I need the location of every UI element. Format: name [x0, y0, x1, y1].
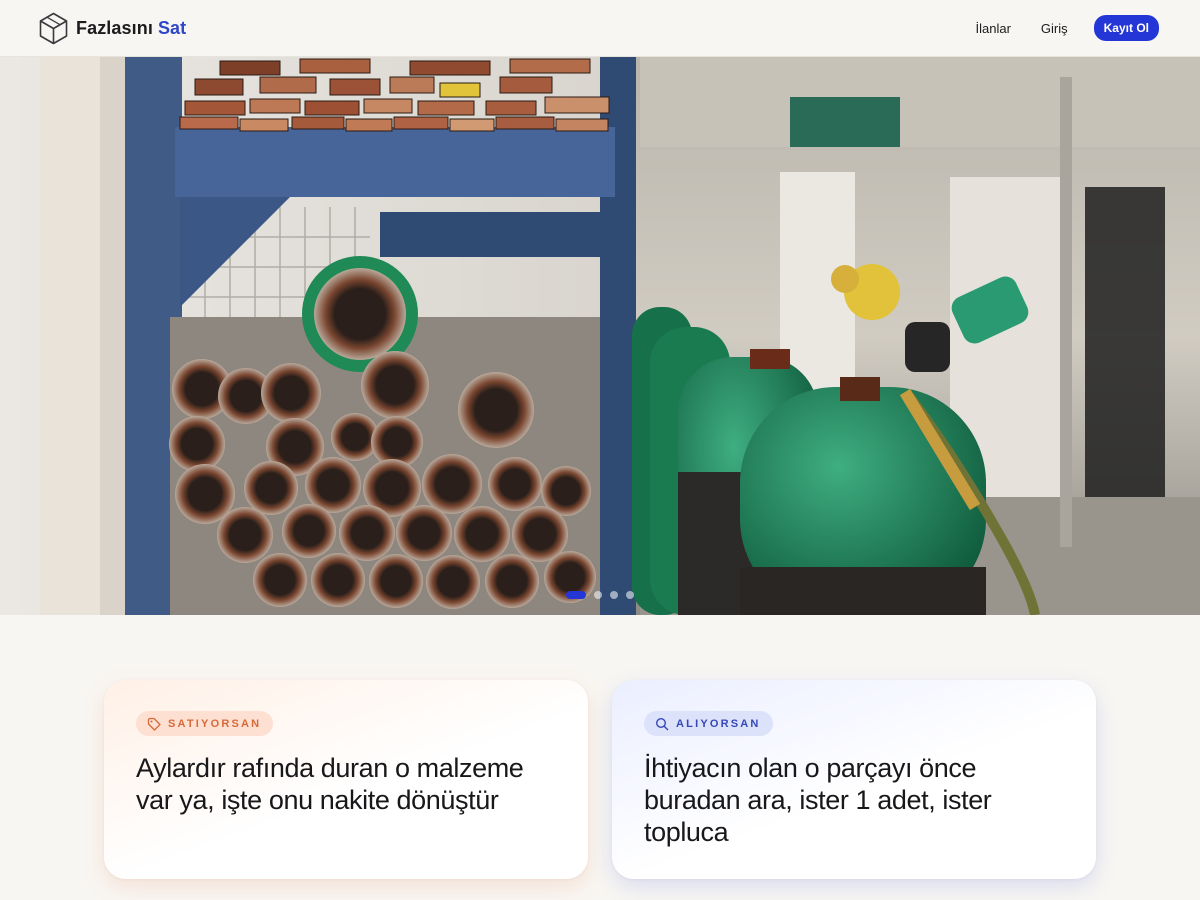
brand-name: Fazlasını Sat	[76, 18, 186, 39]
main-nav: İlanlar Giriş Kayıt Ol	[965, 15, 1159, 42]
hero-image	[0, 57, 1200, 615]
nav-listings-link[interactable]: İlanlar	[965, 15, 1022, 42]
cube-icon	[39, 12, 68, 44]
buy-card[interactable]: ALIYORSAN İhtiyacın olan o parçayı önce …	[612, 680, 1096, 879]
sell-badge: SATIYORSAN	[136, 711, 274, 736]
buy-badge: ALIYORSAN	[644, 711, 773, 736]
brand-name-main: Fazlasını	[76, 17, 153, 38]
brand-name-accent: Sat	[157, 17, 187, 38]
carousel-dot[interactable]	[626, 591, 634, 599]
feature-cards: SATIYORSAN Aylardır rafında duran o malz…	[104, 680, 1096, 879]
sell-badge-label: SATIYORSAN	[168, 717, 262, 730]
search-icon	[655, 717, 669, 730]
sell-card-title: Aylardır rafında duran o malzeme var ya,…	[136, 753, 524, 815]
site-header: Fazlasını Sat İlanlar Giriş Kayıt Ol	[0, 0, 1200, 57]
hero-carousel	[0, 57, 1200, 615]
signup-button[interactable]: Kayıt Ol	[1093, 15, 1159, 41]
buy-card-title: İhtiyacın olan o parçayı önce buradan ar…	[644, 753, 992, 847]
carousel-dot[interactable]	[610, 591, 618, 599]
sell-card[interactable]: SATIYORSAN Aylardır rafında duran o malz…	[104, 680, 588, 879]
carousel-dots	[566, 591, 634, 599]
tag-icon	[147, 717, 161, 731]
brand-logo[interactable]: Fazlasını Sat	[39, 12, 186, 45]
carousel-dot[interactable]	[594, 591, 602, 599]
carousel-dot[interactable]	[566, 591, 586, 599]
nav-login-link[interactable]: Giriş	[1030, 15, 1079, 42]
buy-badge-label: ALIYORSAN	[676, 717, 761, 730]
